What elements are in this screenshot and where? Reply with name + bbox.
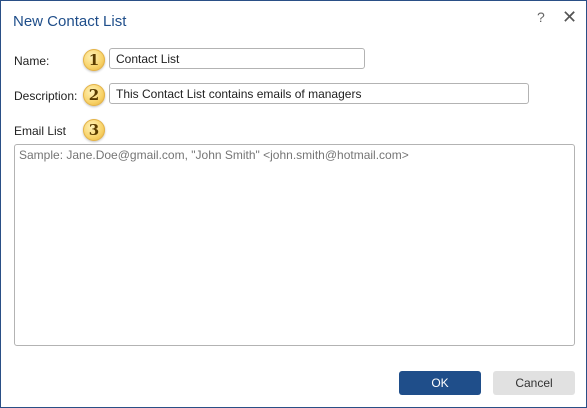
dialog-title: New Contact List bbox=[13, 13, 127, 30]
description-input[interactable] bbox=[109, 83, 529, 104]
step-2-badge-icon: 2 bbox=[83, 84, 105, 106]
name-label: Name: bbox=[14, 54, 50, 68]
ok-button[interactable]: OK bbox=[399, 371, 481, 395]
email-list-label: Email List bbox=[14, 124, 67, 138]
new-contact-list-dialog: New Contact List ? ✕ Name: 1 Description… bbox=[0, 0, 587, 408]
help-icon[interactable]: ? bbox=[537, 9, 545, 25]
step-1-badge-icon: 1 bbox=[83, 49, 105, 71]
name-input[interactable] bbox=[109, 48, 365, 69]
step-3-badge-icon: 3 bbox=[83, 119, 105, 141]
email-list-textarea[interactable] bbox=[14, 144, 575, 346]
close-icon[interactable]: ✕ bbox=[562, 8, 577, 26]
description-label: Description: bbox=[14, 89, 78, 103]
cancel-button[interactable]: Cancel bbox=[493, 371, 575, 395]
